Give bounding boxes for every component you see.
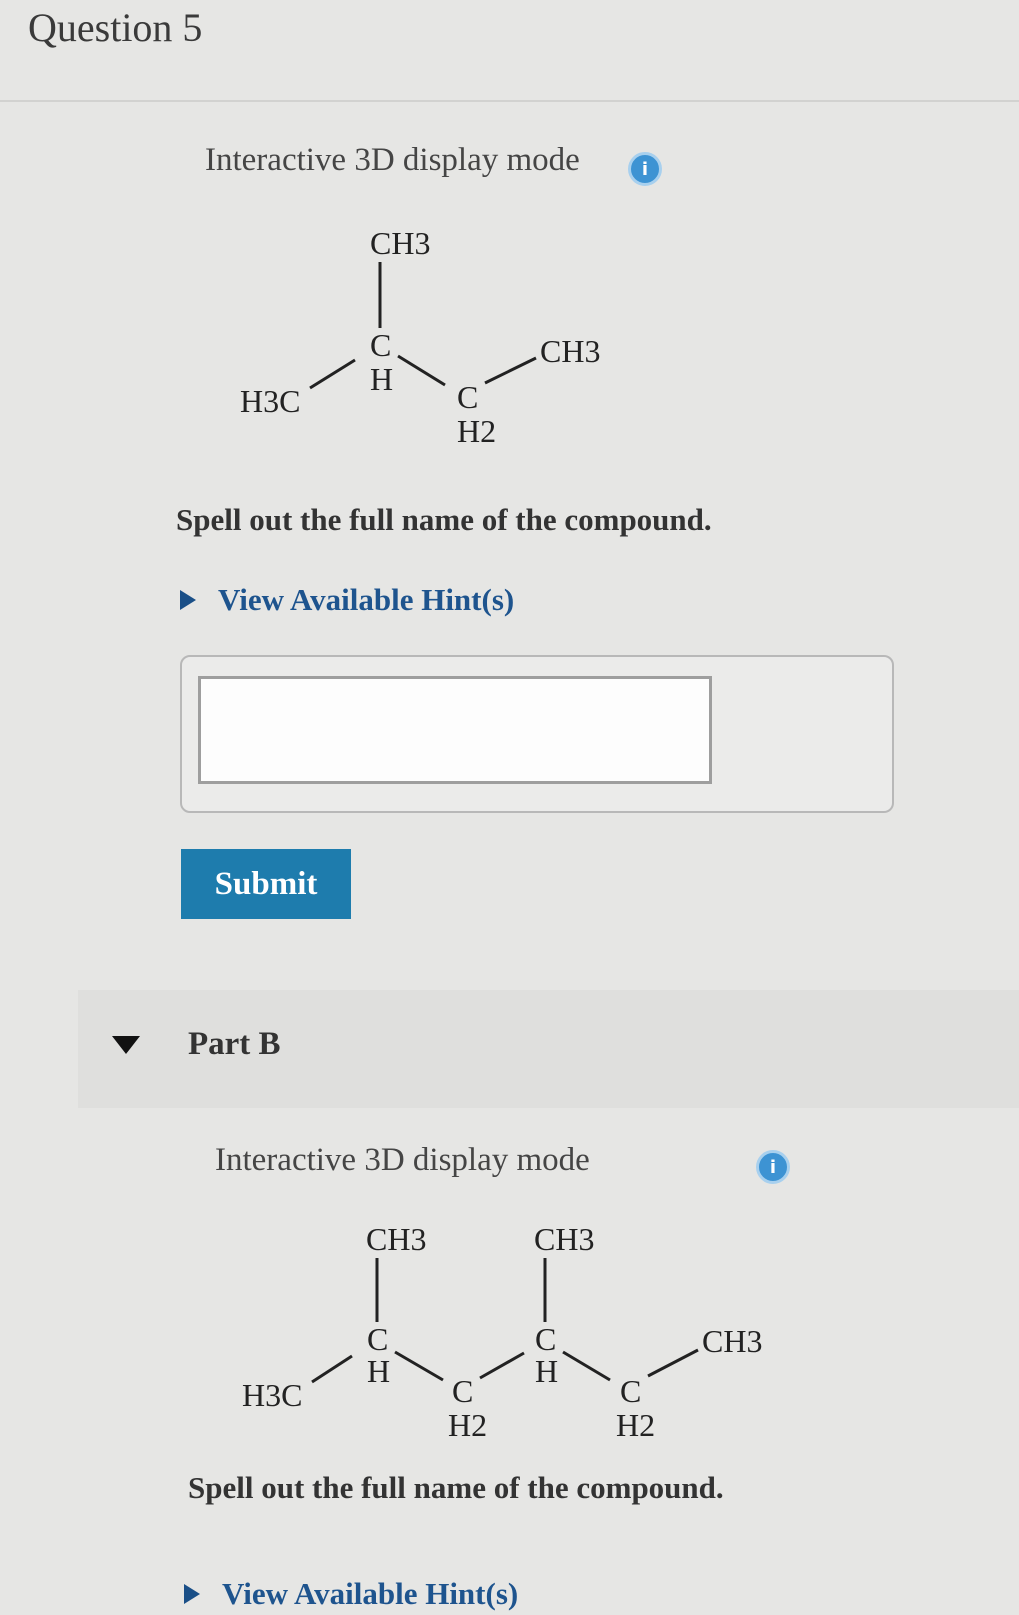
- caret-right-icon: [180, 590, 196, 610]
- c2-label: C: [452, 1373, 473, 1409]
- question-title: Question 5: [28, 5, 203, 50]
- bond-c1-c2: [394, 1350, 444, 1382]
- display-mode-label: Interactive 3D display mode: [205, 142, 580, 178]
- bond-c3-c4: [562, 1350, 611, 1382]
- display-mode-label-b: Interactive 3D display mode: [215, 1142, 590, 1178]
- bond-left: [309, 358, 356, 390]
- bond-c2-c3: [479, 1351, 525, 1380]
- h-label: H: [370, 361, 393, 397]
- ch3-top-label-1: CH3: [366, 1221, 426, 1257]
- answer-input[interactable]: [198, 676, 712, 784]
- h2-2-label: H2: [616, 1407, 655, 1443]
- bond-left: [311, 1354, 353, 1384]
- question-prompt-b: Spell out the full name of the compound.: [188, 1470, 724, 1505]
- ch3-top-label: CH3: [370, 225, 430, 261]
- view-hints-toggle-b[interactable]: View Available Hint(s): [184, 1576, 518, 1612]
- info-icon[interactable]: i: [628, 152, 662, 186]
- view-hints-label: View Available Hint(s): [218, 582, 515, 617]
- info-icon[interactable]: i: [756, 1150, 790, 1184]
- view-hints-toggle[interactable]: View Available Hint(s): [180, 582, 514, 618]
- c4-label: C: [620, 1373, 641, 1409]
- c2-label: C: [457, 379, 478, 415]
- bond-middle: [397, 354, 446, 387]
- caret-down-icon[interactable]: [112, 1036, 140, 1054]
- h2-1-label: H2: [448, 1407, 487, 1443]
- h2-label: H2: [457, 413, 496, 449]
- h1-label: H: [367, 1353, 390, 1389]
- h3c-label: H3C: [240, 383, 300, 419]
- c1-label: C: [367, 1321, 388, 1357]
- question-prompt: Spell out the full name of the compound.: [176, 502, 712, 537]
- ch3-right-label: CH3: [540, 333, 600, 369]
- ch3-right-label: CH3: [702, 1323, 762, 1359]
- caret-right-icon: [184, 1584, 200, 1604]
- molecule-structure-b: CH3 C H H3C C H2 CH3 C H C H2 CH3: [242, 1221, 762, 1443]
- h3-label: H: [535, 1353, 558, 1389]
- part-b-label[interactable]: Part B: [188, 1026, 281, 1063]
- c3-label: C: [535, 1321, 556, 1357]
- h3c-label: H3C: [242, 1377, 302, 1413]
- submit-button[interactable]: Submit: [181, 849, 351, 919]
- ch3-top-label-2: CH3: [534, 1221, 594, 1257]
- bond-right: [647, 1348, 699, 1378]
- c-label: C: [370, 327, 391, 363]
- header-divider: [0, 100, 1019, 102]
- bond-right: [484, 356, 537, 385]
- view-hints-label-b: View Available Hint(s): [222, 1576, 519, 1611]
- molecule-structure-a: CH3 C H H3C C H2 CH3: [240, 225, 600, 449]
